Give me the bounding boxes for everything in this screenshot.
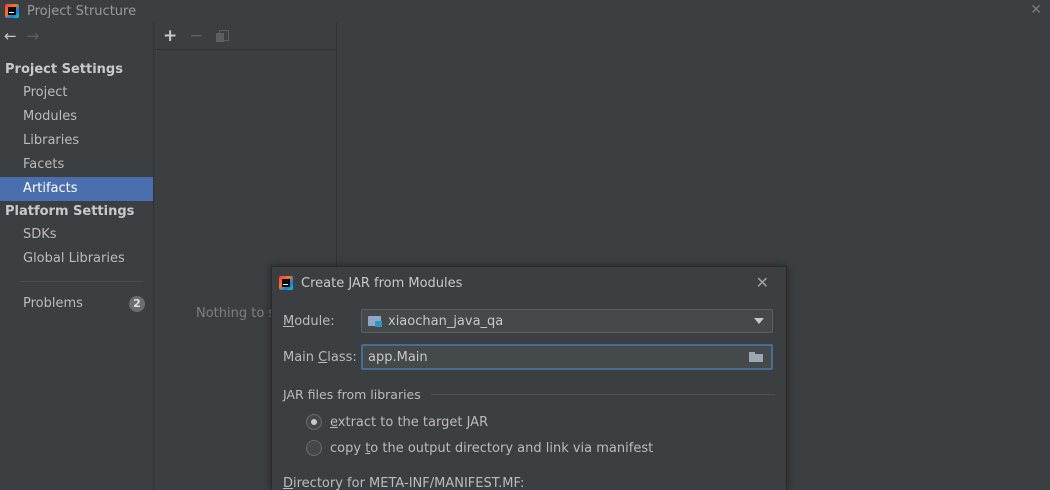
radio-extract-to-jar[interactable]: extract to the target JAR [306,414,488,430]
intellij-app-icon [5,4,19,18]
radio-button-checked[interactable] [306,414,322,430]
window-close-icon[interactable]: ✕ [1030,2,1042,18]
sidebar-item-problems[interactable]: Problems 2 [0,292,153,316]
dialog-titlebar: Create JAR from Modules ✕ [272,267,786,299]
main-class-input[interactable]: app.Main [361,344,773,370]
close-icon[interactable]: ✕ [756,273,769,292]
nav-arrows: ← → [0,22,153,50]
problems-label: Problems [23,296,83,311]
arrow-left-icon[interactable]: ← [4,27,17,45]
radio-label: extract to the target JAR [330,414,489,430]
settings-sidebar: ← → Project Settings Project Modules Lib… [0,22,154,490]
artifacts-toolbar: + − [155,22,336,50]
sidebar-divider [20,281,143,282]
module-label: Module: [283,313,335,329]
sidebar-item-modules[interactable]: Modules [0,105,153,129]
chevron-down-icon [754,318,764,324]
sidebar-item-facets[interactable]: Facets [0,153,153,177]
sidebar-item-sdks[interactable]: SDKs [0,223,153,247]
intellij-app-icon [279,276,293,290]
group-separator [430,394,775,395]
folder-icon[interactable] [749,352,763,362]
jar-files-group-title: JAR files from libraries [283,387,775,402]
section-header-platform-settings: Platform Settings [5,204,135,219]
copy-icon[interactable] [215,29,229,42]
sidebar-item-project[interactable]: Project [0,81,153,105]
main-class-value: app.Main [368,349,428,365]
radio-label: copy to the output directory and link vi… [330,440,654,456]
module-select[interactable]: xiaochan_java_qa [361,309,773,333]
add-icon[interactable]: + [163,26,177,46]
manifest-directory-label: Directory for META-INF/MANIFEST.MF: [283,476,525,490]
radio-copy-to-output[interactable]: copy to the output directory and link vi… [306,440,653,456]
module-row: Module: xiaochan_java_qa [283,309,773,333]
window-titlebar: Project Structure ✕ [0,0,1050,22]
problems-count-badge: 2 [129,296,145,312]
remove-icon[interactable]: − [189,26,203,46]
module-icon [368,315,383,327]
empty-list-text: Nothing to s [196,306,276,321]
create-jar-dialog: Create JAR from Modules ✕ Module: xiaoch… [271,266,787,490]
arrow-right-icon[interactable]: → [27,27,40,45]
main-class-label: Main Class: [283,349,357,365]
section-header-project-settings: Project Settings [5,62,123,77]
main-class-row: Main Class: app.Main [283,344,773,370]
sidebar-item-global-libraries[interactable]: Global Libraries [0,247,153,271]
window-title: Project Structure [27,3,137,19]
sidebar-item-libraries[interactable]: Libraries [0,129,153,153]
dialog-title: Create JAR from Modules [301,275,463,291]
sidebar-item-artifacts[interactable]: Artifacts [0,177,153,201]
module-value: xiaochan_java_qa [388,313,504,329]
radio-button[interactable] [306,440,322,456]
